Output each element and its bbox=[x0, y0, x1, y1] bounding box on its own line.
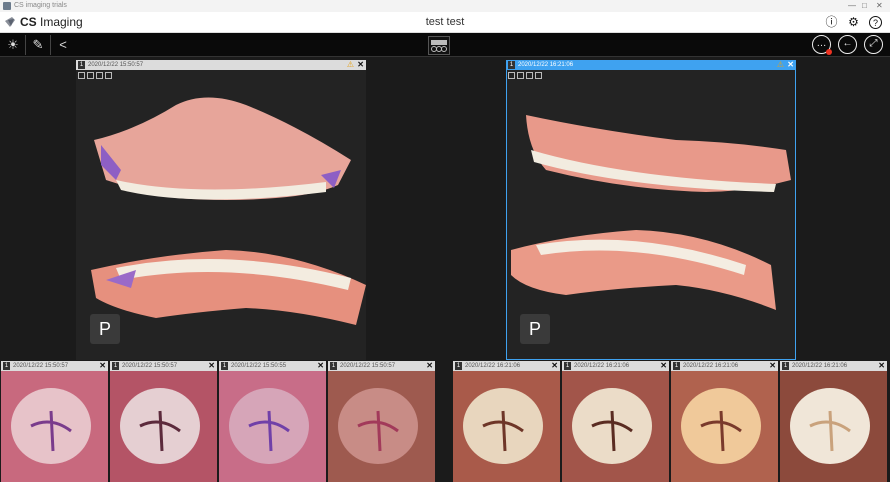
close-thumbnail-button[interactable]: ✕ bbox=[208, 361, 215, 370]
thumbnail-date: 2020/12/22 16:21:06 bbox=[465, 363, 521, 369]
viewer-date: 2020/12/22 15:50:57 bbox=[88, 62, 144, 68]
toolbar-divider bbox=[25, 35, 26, 55]
thumbnail-number: 1 bbox=[3, 362, 10, 370]
dental-arch-icon bbox=[431, 40, 447, 52]
close-thumbnail-button[interactable]: ✕ bbox=[551, 361, 558, 370]
thumbnail-number: 1 bbox=[330, 362, 337, 370]
thumbnail-header: 1 2020/12/22 15:50:57 ✕ bbox=[110, 361, 217, 371]
viewer-number: 1 bbox=[78, 61, 85, 69]
viewer-header: 1 2020/12/22 15:50:57 ⚠ ✕ bbox=[76, 60, 366, 70]
thumbnail-header: 1 2020/12/22 15:50:55 ✕ bbox=[219, 361, 326, 371]
brightness-icon[interactable]: ☀ bbox=[3, 35, 23, 55]
close-thumbnail-button[interactable]: ✕ bbox=[317, 361, 324, 370]
thumbnail-date: 2020/12/22 16:21:06 bbox=[683, 363, 739, 369]
viewer-subtools bbox=[508, 72, 542, 80]
thumbnail-number: 1 bbox=[221, 362, 228, 370]
procedure-badge: P bbox=[90, 314, 120, 344]
close-thumbnail-button[interactable]: ✕ bbox=[769, 361, 776, 370]
notification-dot bbox=[826, 49, 832, 55]
document-title: test test bbox=[425, 16, 465, 28]
main-toolbar: ☀ ✎ < … ← ⤢ bbox=[0, 33, 890, 57]
close-thumbnail-button[interactable]: ✕ bbox=[660, 361, 667, 370]
thumbnail-header: 1 2020/12/22 15:50:57 ✕ bbox=[1, 361, 108, 371]
close-thumbnail-button[interactable]: ✕ bbox=[99, 361, 106, 370]
intraoral-photo bbox=[110, 371, 217, 482]
thumbnail-number: 1 bbox=[782, 362, 789, 370]
viewer-left[interactable]: 1 2020/12/22 15:50:57 ⚠ ✕ P bbox=[76, 60, 366, 360]
thumbnail-header: 1 2020/12/22 16:21:06 ✕ bbox=[671, 361, 778, 371]
info-icon[interactable]: ⓘ bbox=[824, 15, 839, 30]
layer-icon[interactable] bbox=[96, 72, 103, 79]
toolbar-divider bbox=[50, 35, 51, 55]
thumbnail-date: 2020/12/22 15:50:57 bbox=[340, 363, 396, 369]
layer-icon[interactable] bbox=[78, 72, 85, 79]
image-thumbnail[interactable]: 1 2020/12/22 15:50:57 ✕ bbox=[110, 361, 217, 482]
image-thumbnail[interactable]: 1 2020/12/22 16:21:06 ✕ bbox=[671, 361, 778, 482]
warning-icon[interactable]: ⚠ bbox=[347, 60, 354, 69]
close-thumbnail-button[interactable]: ✕ bbox=[878, 361, 885, 370]
viewer-header: 1 2020/12/22 16:21:06 ⚠ ✕ bbox=[506, 60, 796, 70]
layer-icon[interactable] bbox=[508, 72, 515, 79]
intraoral-photo bbox=[671, 371, 778, 482]
measure-tool-icon[interactable]: ✎ bbox=[28, 35, 48, 55]
close-viewer-button[interactable]: ✕ bbox=[787, 60, 794, 69]
thumbnail-number: 1 bbox=[112, 362, 119, 370]
close-viewer-button[interactable]: ✕ bbox=[357, 60, 364, 69]
warning-icon[interactable]: ⚠ bbox=[777, 60, 784, 69]
intraoral-photo bbox=[328, 371, 435, 482]
intraoral-photo bbox=[780, 371, 887, 482]
intraoral-photo bbox=[562, 371, 669, 482]
image-thumbnail[interactable]: 1 2020/12/22 15:50:57 ✕ bbox=[328, 361, 435, 482]
intraoral-photo bbox=[453, 371, 560, 482]
back-icon[interactable]: ← bbox=[838, 35, 857, 54]
maximize-button[interactable]: □ bbox=[862, 1, 867, 10]
close-window-button[interactable]: ✕ bbox=[876, 1, 883, 10]
layer-icon[interactable] bbox=[517, 72, 524, 79]
close-thumbnail-button[interactable]: ✕ bbox=[426, 361, 433, 370]
image-thumbnail[interactable]: 1 2020/12/22 16:21:06 ✕ bbox=[562, 361, 669, 482]
fullscreen-icon[interactable]: ⤢ bbox=[864, 35, 883, 54]
window-title: CS imaging trials bbox=[14, 2, 67, 9]
thumbnail-header: 1 2020/12/22 15:50:57 ✕ bbox=[328, 361, 435, 371]
intraoral-photo bbox=[219, 371, 326, 482]
layer-icon[interactable] bbox=[535, 72, 542, 79]
viewer-number: 1 bbox=[508, 61, 515, 69]
thumbnail-number: 1 bbox=[455, 362, 462, 370]
minimize-button[interactable]: — bbox=[848, 1, 856, 10]
thumbnail-number: 1 bbox=[673, 362, 680, 370]
image-thumbnail[interactable]: 1 2020/12/22 16:21:06 ✕ bbox=[453, 361, 560, 482]
viewer-subtools bbox=[78, 72, 112, 80]
procedure-badge: P bbox=[520, 314, 550, 344]
layer-icon[interactable] bbox=[105, 72, 112, 79]
layer-icon[interactable] bbox=[87, 72, 94, 79]
thumbnail-date: 2020/12/22 15:50:57 bbox=[13, 363, 69, 369]
thumbnail-header: 1 2020/12/22 16:21:06 ✕ bbox=[780, 361, 887, 371]
intraoral-photo bbox=[1, 371, 108, 482]
layout-selector-button[interactable] bbox=[428, 36, 450, 55]
image-thumbnail[interactable]: 1 2020/12/22 16:21:06 ✕ bbox=[780, 361, 887, 482]
viewer-date: 2020/12/22 16:21:06 bbox=[518, 62, 574, 68]
thumbnail-header: 1 2020/12/22 16:21:06 ✕ bbox=[453, 361, 560, 371]
help-icon[interactable]: ? bbox=[869, 16, 882, 29]
image-thumbnail[interactable]: 1 2020/12/22 15:50:55 ✕ bbox=[219, 361, 326, 482]
app-window-icon bbox=[3, 2, 11, 10]
thumbnail-number: 1 bbox=[564, 362, 571, 370]
thumbnail-date: 2020/12/22 16:21:06 bbox=[792, 363, 848, 369]
thumbnail-date: 2020/12/22 15:50:55 bbox=[231, 363, 287, 369]
thumbnail-header: 1 2020/12/22 16:21:06 ✕ bbox=[562, 361, 669, 371]
layer-icon[interactable] bbox=[526, 72, 533, 79]
share-icon[interactable]: < bbox=[53, 35, 73, 55]
window-titlebar: CS imaging trials — □ ✕ bbox=[0, 0, 890, 12]
image-thumbnail[interactable]: 1 2020/12/22 15:50:57 ✕ bbox=[1, 361, 108, 482]
thumbnail-date: 2020/12/22 16:21:06 bbox=[574, 363, 630, 369]
app-header: CS Imaging test test ⓘ ⚙ ? bbox=[0, 12, 890, 33]
viewer-right[interactable]: 1 2020/12/22 16:21:06 ⚠ ✕ P bbox=[506, 60, 796, 360]
gear-icon[interactable]: ⚙ bbox=[846, 15, 861, 30]
thumbnail-date: 2020/12/22 15:50:57 bbox=[122, 363, 178, 369]
